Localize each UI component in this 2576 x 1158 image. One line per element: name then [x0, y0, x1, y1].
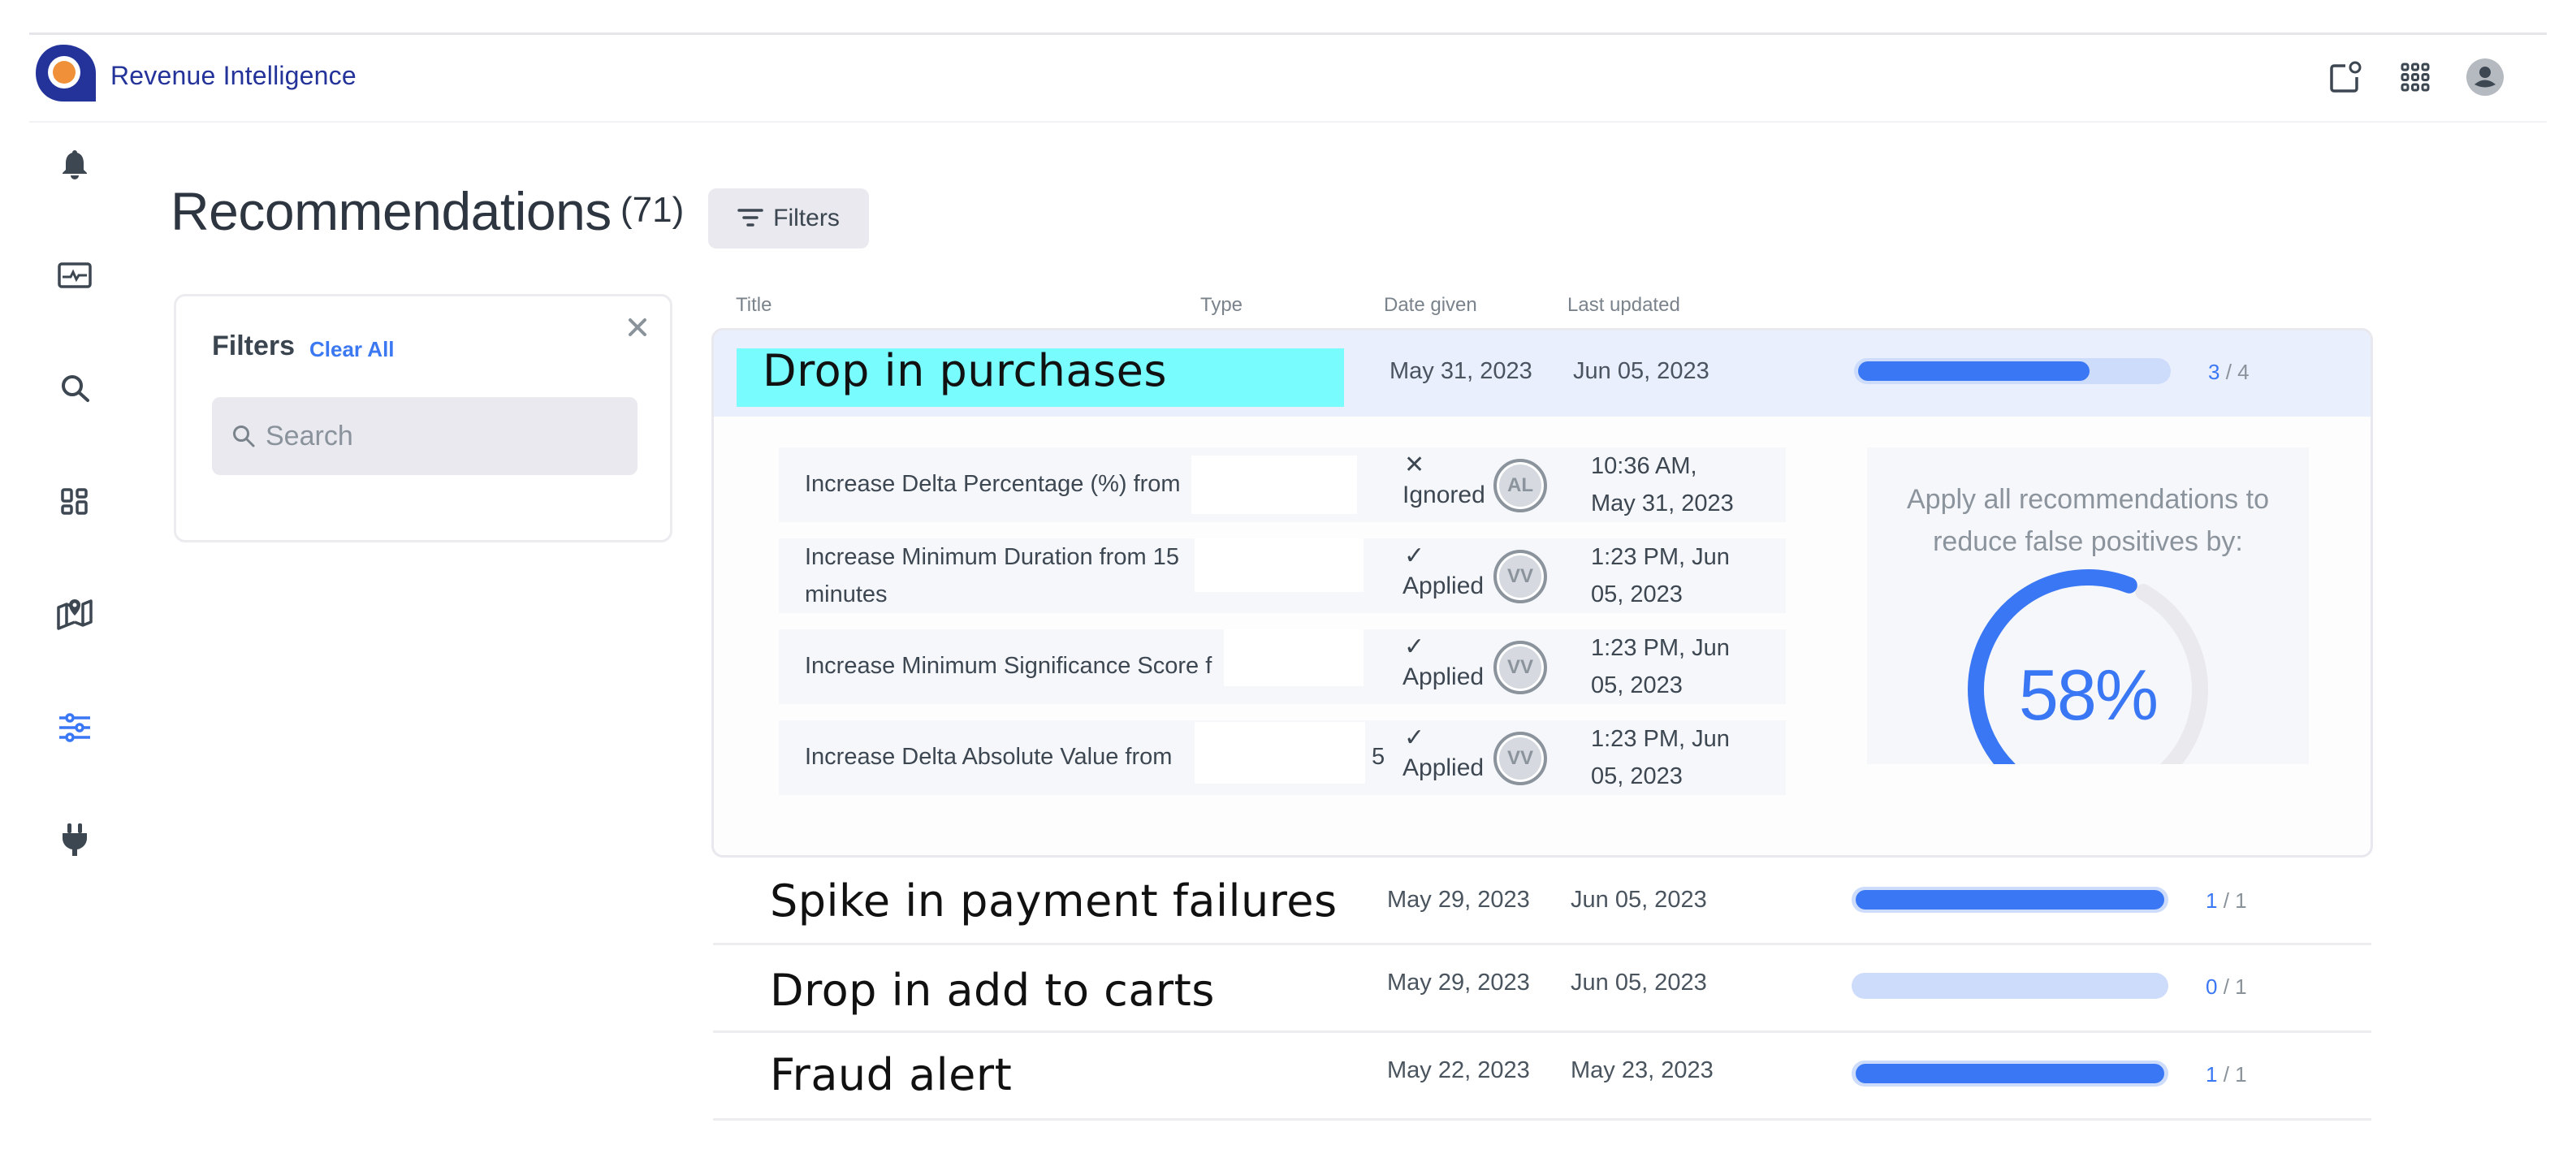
recommendation-text-tail: 5 — [1372, 744, 1385, 770]
redaction-box — [1195, 722, 1365, 784]
impact-gauge-panel: Apply all recommendations to reduce false… — [1867, 447, 2309, 764]
filters-button[interactable]: Filters — [708, 188, 869, 248]
recommendation-text: Increase Delta Percentage (%) from — [805, 471, 1181, 497]
progress-bar-fill — [1856, 890, 2164, 910]
row-title[interactable]: Drop in purchases — [763, 345, 1167, 396]
redaction-box — [1191, 456, 1357, 514]
row-title[interactable]: Drop in add to carts — [770, 965, 1215, 1016]
recommendation-item: Increase Minimum Duration from 15 minutes… — [779, 538, 1786, 613]
filter-search-box[interactable] — [212, 397, 638, 475]
apps-grid-icon[interactable] — [2396, 58, 2435, 97]
table-row-expanded: Drop in purchases May 31, 2023 Jun 05, 2… — [711, 328, 2373, 858]
recommendation-text: Increase Minimum Duration from 15 minutes — [805, 544, 1179, 607]
column-header-last-updated[interactable]: Last updated — [1567, 294, 1680, 317]
last-updated: Jun 05, 2023 — [1571, 887, 1707, 913]
date-given: May 29, 2023 — [1387, 970, 1530, 996]
user-avatar: VV — [1493, 550, 1547, 603]
column-header-date-given[interactable]: Date given — [1384, 294, 1477, 317]
status-label: Applied — [1403, 754, 1485, 781]
pulse-monitor-icon — [58, 262, 92, 288]
app-header: Revenue Intelligence — [29, 35, 2547, 123]
sidebar-item-explore[interactable] — [54, 593, 96, 635]
table-row[interactable]: Fraud alert May 22, 2023 May 23, 2023 1 … — [713, 1033, 2371, 1121]
column-header-type[interactable]: Type — [1200, 294, 1243, 317]
sidebar-item-dashboards[interactable] — [54, 481, 96, 523]
last-updated: May 23, 2023 — [1571, 1057, 1714, 1083]
recommendation-text: Increase Delta Absolute Value from — [805, 744, 1173, 770]
row-title[interactable]: Fraud alert — [770, 1049, 1012, 1100]
filter-search-input[interactable] — [266, 420, 623, 452]
page-title: Recommendations — [171, 181, 612, 241]
progress-count: 1 / 1 — [2206, 1062, 2247, 1087]
impact-value: 58% — [2018, 655, 2159, 735]
recommendation-item: Increase Delta Absolute Value from 5 ✓ A… — [779, 720, 1786, 795]
last-updated: Jun 05, 2023 — [1571, 970, 1707, 996]
recommendation-item: Increase Delta Percentage (%) from ✕ Ign… — [779, 447, 1786, 522]
status-label: Applied — [1403, 663, 1485, 690]
recommendations-count: (71) — [620, 190, 685, 230]
filters-button-label: Filters — [773, 205, 840, 231]
date-given: May 29, 2023 — [1387, 887, 1530, 913]
progress-count: 0 / 1 — [2206, 974, 2247, 999]
action-timestamp: 10:36 AM, May 31, 2023 — [1591, 453, 1734, 516]
status-label: Applied — [1403, 573, 1485, 599]
row-title[interactable]: Spike in payment failures — [770, 875, 1338, 927]
progress-bar — [1852, 887, 2168, 913]
progress-bar-fill — [1856, 1064, 2164, 1083]
user-avatar: VV — [1493, 641, 1547, 694]
redaction-box — [1195, 538, 1364, 592]
sidebar-item-integrations[interactable] — [54, 819, 96, 861]
plug-icon — [63, 823, 87, 856]
app-logo-icon[interactable] — [32, 43, 97, 105]
progress-bar-fill — [1858, 361, 2090, 381]
table-row[interactable]: Spike in payment failures May 29, 2023 J… — [713, 858, 2371, 945]
sidebar-item-recommendations[interactable] — [54, 706, 96, 749]
applied-check-icon: ✓ — [1404, 542, 1425, 569]
recommendation-text: Increase Minimum Significance Score f — [805, 653, 1212, 679]
last-updated: Jun 05, 2023 — [1573, 358, 1709, 384]
app-title[interactable]: Revenue Intelligence — [110, 61, 357, 91]
recommendation-item: Increase Minimum Significance Score f ✓ … — [779, 629, 1786, 704]
user-avatar-icon[interactable] — [2466, 58, 2505, 97]
progress-bar — [1852, 973, 2168, 999]
progress-bar — [1854, 358, 2171, 384]
progress-count: 3 / 4 — [2208, 360, 2250, 384]
applied-check-icon: ✓ — [1404, 724, 1425, 751]
action-timestamp: 1:23 PM, Jun 05, 2023 — [1591, 726, 1730, 789]
user-avatar: VV — [1493, 732, 1547, 785]
search-icon — [62, 375, 89, 402]
sidebar-item-search[interactable] — [54, 367, 96, 409]
bell-icon — [63, 150, 87, 179]
column-header-title[interactable]: Title — [736, 294, 772, 317]
user-avatar: AL — [1493, 459, 1547, 512]
filter-panel-title: Filters — [212, 331, 296, 361]
sliders-icon — [59, 713, 90, 742]
action-timestamp: 1:23 PM, Jun 05, 2023 — [1591, 544, 1730, 607]
dashboard-icon — [61, 488, 88, 515]
search-icon — [233, 426, 255, 447]
filter-panel: Filters Clear All — [174, 294, 672, 542]
date-given: May 31, 2023 — [1390, 358, 1532, 384]
filter-icon — [737, 209, 763, 227]
status-label: Ignored — [1403, 482, 1485, 508]
sidebar-item-monitoring[interactable] — [54, 255, 96, 297]
ignored-icon: ✕ — [1404, 452, 1425, 478]
applied-check-icon: ✓ — [1404, 633, 1425, 660]
map-pin-icon — [57, 599, 93, 630]
clear-all-link[interactable]: Clear All — [309, 337, 395, 362]
progress-bar — [1852, 1061, 2168, 1087]
progress-count: 1 / 1 — [2206, 888, 2247, 913]
redaction-box — [1224, 629, 1364, 686]
date-given: May 22, 2023 — [1387, 1057, 1530, 1083]
action-timestamp: 1:23 PM, Jun 05, 2023 — [1591, 635, 1730, 698]
notifications-panel-icon[interactable] — [2326, 58, 2365, 97]
close-icon[interactable] — [623, 313, 652, 342]
table-row[interactable]: Drop in add to carts May 29, 2023 Jun 05… — [713, 945, 2371, 1033]
sidebar-item-alerts[interactable] — [54, 143, 96, 185]
table-row-header[interactable]: Drop in purchases May 31, 2023 Jun 05, 2… — [714, 331, 2371, 417]
